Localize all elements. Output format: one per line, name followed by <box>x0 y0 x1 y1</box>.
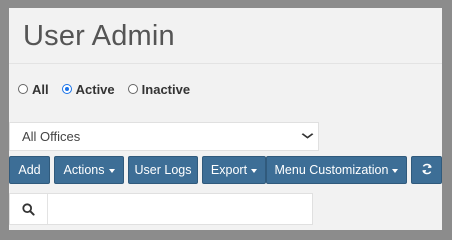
refresh-button[interactable] <box>411 156 442 184</box>
chevron-down-icon <box>301 131 314 142</box>
page-title: User Admin <box>23 20 175 52</box>
actions-dropdown-button[interactable]: Actions <box>54 156 124 184</box>
export-button-label: Export <box>210 163 248 177</box>
add-button[interactable]: Add <box>9 156 50 184</box>
export-dropdown-button[interactable]: Export <box>202 156 266 184</box>
search-input[interactable] <box>48 195 312 223</box>
menu-customization-button-label: Menu Customization <box>274 163 389 177</box>
refresh-icon <box>421 163 433 178</box>
status-radio-all[interactable]: All <box>18 82 49 97</box>
caret-down-icon <box>108 168 115 173</box>
toolbar: Add Actions User Logs Export Menu Custom… <box>9 156 442 184</box>
office-select-value: All Offices <box>22 129 81 144</box>
caret-down-icon <box>251 168 258 173</box>
radio-all-indicator[interactable] <box>18 84 28 94</box>
add-button-label: Add <box>18 163 41 177</box>
window-frame: User Admin All Active Inactive All Offic… <box>0 0 452 240</box>
actions-button-label: Actions <box>63 163 105 177</box>
title-divider <box>9 63 442 64</box>
radio-inactive-label: Inactive <box>141 81 191 97</box>
status-radio-inactive[interactable]: Inactive <box>127 81 191 97</box>
search-box <box>9 193 313 225</box>
radio-inactive-indicator[interactable] <box>127 84 138 94</box>
status-radio-active[interactable]: Active <box>61 81 115 97</box>
status-filter-group: All Active Inactive <box>18 80 203 98</box>
office-select[interactable]: All Offices <box>9 122 319 151</box>
menu-customization-dropdown-button[interactable]: Menu Customization <box>266 156 407 184</box>
user-admin-panel: User Admin All Active Inactive All Offic… <box>9 8 442 230</box>
radio-all-label: All <box>32 81 49 97</box>
radio-active-indicator[interactable] <box>61 84 72 94</box>
user-logs-button[interactable]: User Logs <box>128 156 198 184</box>
search-icon[interactable] <box>10 194 48 224</box>
radio-active-label: Active <box>75 81 115 97</box>
user-logs-button-label: User Logs <box>134 163 192 177</box>
caret-down-icon <box>392 168 399 173</box>
